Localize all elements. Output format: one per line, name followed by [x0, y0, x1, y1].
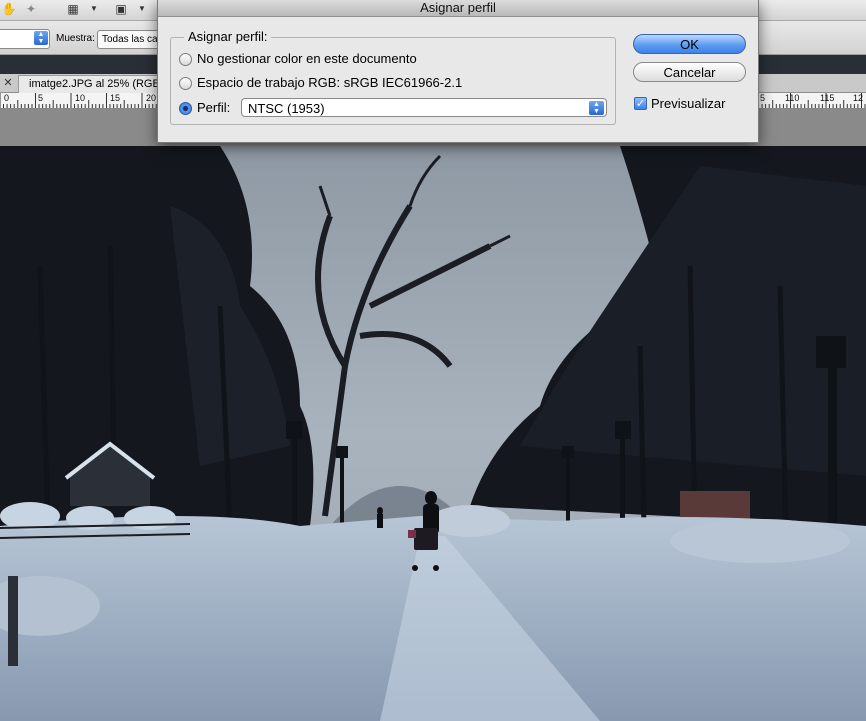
arrange-documents-icon[interactable]: ▦: [64, 1, 82, 17]
option-label[interactable]: Perfil:: [197, 100, 230, 115]
ruler-number: 5: [38, 93, 44, 103]
ruler-number: 5: [760, 93, 766, 103]
ruler-number: 15: [110, 93, 121, 103]
ok-button[interactable]: OK: [633, 34, 746, 54]
cancel-button[interactable]: Cancelar: [633, 62, 746, 82]
screen-mode-icon[interactable]: ▣: [112, 1, 130, 17]
stepper-arrows-icon: ▲ ▼: [589, 101, 604, 115]
sample-size-select[interactable]: ▲ ▼: [0, 29, 50, 49]
dialog-title: Asignar perfil: [158, 0, 758, 17]
group-label: Asignar perfil:: [184, 29, 272, 44]
document-image[interactable]: [0, 146, 866, 721]
option-label[interactable]: Espacio de trabajo RGB: sRGB IEC61966-2.…: [197, 75, 462, 90]
preview-label[interactable]: Previsualizar: [651, 96, 725, 111]
ruler-number: 12: [853, 93, 864, 103]
radio-profile[interactable]: [179, 102, 192, 115]
assign-profile-dialog: Asignar perfil Asignar perfil: No gestio…: [157, 0, 759, 143]
sample-label: Muestra:: [56, 33, 95, 44]
hand-tool-icon[interactable]: ✋: [0, 1, 18, 17]
ruler-number: 20: [146, 93, 157, 103]
radio-no-color-management[interactable]: [179, 53, 192, 66]
ruler-number: 10: [75, 93, 86, 103]
ruler-number: 110: [785, 93, 800, 103]
ruler-number: 115: [820, 93, 835, 103]
profile-select[interactable]: NTSC (1953) ▲ ▼: [241, 98, 607, 117]
radio-working-rgb[interactable]: [179, 77, 192, 90]
preview-checkbox[interactable]: ✓: [634, 97, 647, 110]
document-tab[interactable]: imatge2.JPG al 25% (RGB: [18, 75, 172, 93]
option-label[interactable]: No gestionar color en este documento: [197, 51, 417, 66]
zoom-tool-icon[interactable]: ✦: [22, 1, 40, 17]
ruler-number: 0: [4, 93, 10, 103]
stepper-arrows-icon: ▲ ▼: [34, 31, 48, 45]
close-icon[interactable]: ✕: [2, 76, 14, 90]
chevron-down-icon[interactable]: ▼: [90, 4, 98, 13]
profile-select-value: NTSC (1953): [248, 101, 325, 116]
chevron-down-icon[interactable]: ▼: [138, 4, 146, 13]
